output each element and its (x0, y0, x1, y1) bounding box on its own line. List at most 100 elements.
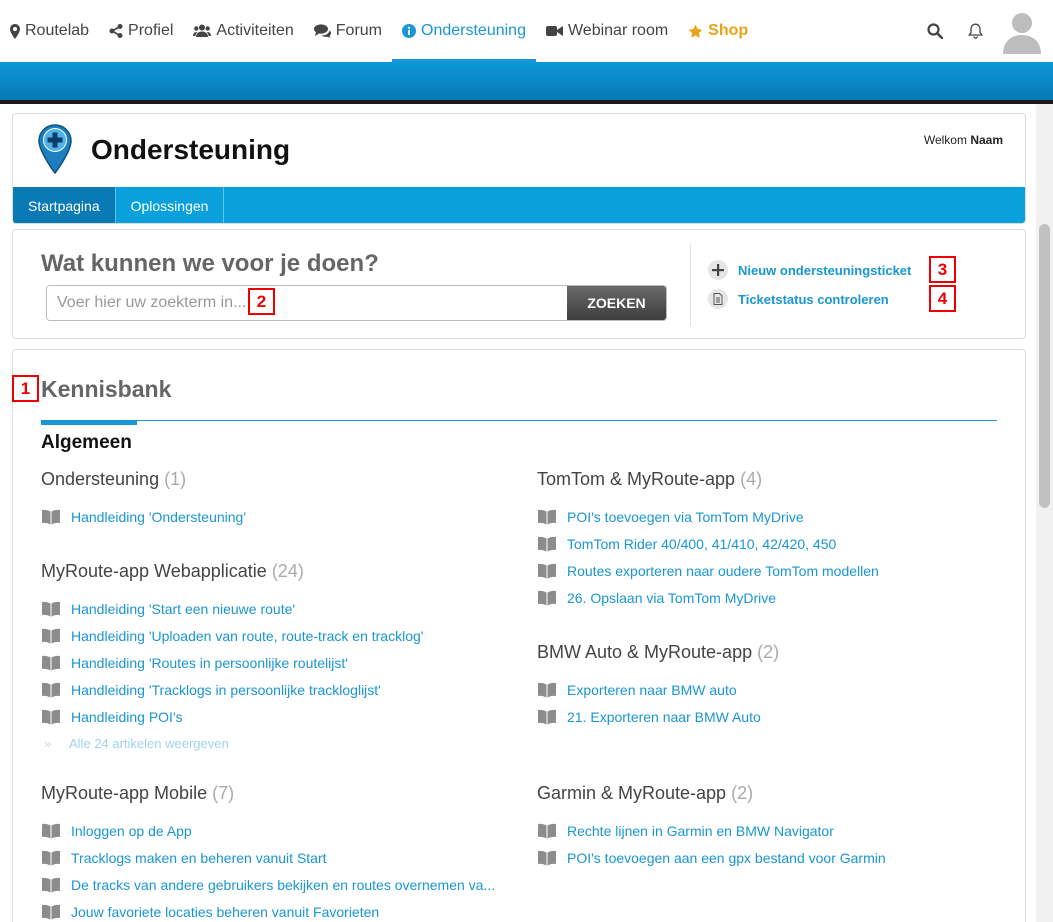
article-link[interactable]: Inloggen op de App (41, 817, 495, 844)
book-icon (537, 682, 557, 698)
nav-label: Webinar room (567, 22, 669, 39)
share-icon (109, 24, 123, 38)
nav-label: Forum (335, 22, 383, 39)
page-scrollbar[interactable] (1036, 104, 1053, 922)
nav-label: Shop (708, 22, 749, 39)
section-divider-accent (41, 420, 137, 425)
nav-label: Routelab (25, 22, 90, 39)
article-list: Handleiding 'Start een nieuwe route' Han… (41, 595, 423, 757)
welcome-user-name[interactable]: Naam (970, 133, 1003, 147)
section-divider (41, 420, 997, 421)
search-panel: Wat kunnen we voor je doen? ZOEKEN Nieuw… (12, 229, 1026, 339)
tab-oplossingen[interactable]: Oplossingen (116, 187, 225, 223)
plus-icon (708, 260, 728, 280)
article-list: POI's toevoegen via TomTom MyDrive TomTo… (537, 503, 879, 611)
page-title: Ondersteuning (91, 134, 291, 165)
article-link[interactable]: Rechte lijnen in Garmin en BMW Navigator (537, 817, 886, 844)
book-icon (41, 904, 61, 920)
folder-title[interactable]: MyRoute-app Webapplicatie (24) (41, 561, 423, 583)
article-link[interactable]: Exporteren naar BMW auto (537, 676, 779, 703)
star-icon (688, 24, 703, 39)
book-icon (537, 563, 557, 579)
annotation-marker-4: 4 (929, 285, 956, 312)
nav-label: Ondersteuning (421, 22, 526, 39)
folder-title[interactable]: MyRoute-app Mobile (7) (41, 783, 495, 805)
top-navigation: Routelab Profiel Activiteiten Forum Onde… (0, 0, 1053, 62)
folder-title[interactable]: BMW Auto & MyRoute-app (2) (537, 642, 779, 664)
scrollbar-thumb[interactable] (1039, 224, 1050, 508)
search-heading: Wat kunnen we voor je doen? (41, 250, 379, 277)
article-link[interactable]: 26. Opslaan via TomTom MyDrive (537, 584, 879, 611)
article-link[interactable]: POI's toevoegen aan een gpx bestand voor… (537, 844, 886, 871)
article-link[interactable]: De tracks van andere gebruikers bekijken… (41, 871, 495, 898)
bell-icon[interactable] (955, 23, 995, 39)
search-button[interactable]: ZOEKEN (567, 286, 666, 320)
article-link[interactable]: Handleiding 'Routes in persoonlijke rout… (41, 649, 423, 676)
article-link[interactable]: Tracklogs maken en beheren vanuit Start (41, 844, 495, 871)
users-icon (193, 24, 212, 38)
article-link[interactable]: 21. Exporteren naar BMW Auto (537, 703, 779, 730)
tab-startpagina[interactable]: Startpagina (13, 187, 116, 223)
nav-item-activiteiten[interactable]: Activiteiten (183, 0, 303, 62)
book-icon (537, 850, 557, 866)
nav-item-webinar-room[interactable]: Webinar room (536, 0, 678, 62)
book-icon (41, 877, 61, 893)
article-link[interactable]: Routes exporteren naar oudere TomTom mod… (537, 557, 879, 584)
map-marker-icon (10, 23, 20, 39)
article-link[interactable]: Handleiding 'Start een nieuwe route' (41, 595, 423, 622)
support-header-panel: Ondersteuning Welkom Naam Startpagina Op… (12, 113, 1026, 224)
avatar[interactable] (1003, 8, 1041, 54)
new-ticket-link[interactable]: Nieuw ondersteuningsticket (708, 260, 911, 280)
annotation-marker-2: 2 (248, 288, 275, 315)
search-icon[interactable] (915, 23, 955, 39)
annotation-marker-3: 3 (929, 256, 956, 283)
ticket-status-link[interactable]: Ticketstatus controleren (708, 289, 889, 309)
article-list: Exporteren naar BMW auto 21. Exporteren … (537, 676, 779, 730)
book-icon (537, 709, 557, 725)
folder-section: MyRoute-app Mobile (7) Inloggen op de Ap… (41, 783, 495, 922)
article-list: Rechte lijnen in Garmin en BMW Navigator… (537, 817, 886, 871)
book-icon (41, 850, 61, 866)
article-link[interactable]: Handleiding 'Ondersteuning' (41, 503, 246, 530)
book-icon (41, 709, 61, 725)
book-icon (537, 536, 557, 552)
folder-section: BMW Auto & MyRoute-app (2) Exporteren na… (537, 642, 779, 730)
article-list: Inloggen op de App Tracklogs maken en be… (41, 817, 495, 922)
article-link[interactable]: Handleiding 'Tracklogs in persoonlijke t… (41, 676, 423, 703)
nav-right-tools (915, 0, 1053, 62)
banner-divider (0, 100, 1053, 104)
book-icon (537, 509, 557, 525)
nav-item-profiel[interactable]: Profiel (99, 0, 183, 62)
ticket-status-label: Ticketstatus controleren (738, 291, 889, 307)
info-circle-icon (402, 24, 417, 38)
welcome-prefix: Welkom (923, 133, 967, 147)
folder-title[interactable]: TomTom & MyRoute-app (4) (537, 469, 879, 491)
welcome-text: Welkom Naam (924, 133, 1003, 147)
article-link[interactable]: POI's toevoegen via TomTom MyDrive (537, 503, 879, 530)
folder-title[interactable]: Garmin & MyRoute-app (2) (537, 783, 886, 805)
nav-label: Activiteiten (216, 22, 294, 39)
nav-label: Profiel (128, 22, 174, 39)
knowledge-base-panel: Kennisbank Algemeen Ondersteuning (1) Ha… (12, 349, 1026, 922)
nav-item-routelab[interactable]: Routelab (0, 0, 99, 62)
nav-item-shop[interactable]: Shop (678, 0, 758, 62)
search-input[interactable] (47, 286, 568, 320)
category-title: Algemeen (41, 432, 132, 453)
folder-title[interactable]: Ondersteuning (1) (41, 469, 246, 491)
comments-icon (313, 24, 331, 38)
book-icon (537, 590, 557, 606)
new-ticket-label: Nieuw ondersteuningsticket (738, 262, 912, 278)
blue-banner (0, 62, 1053, 102)
book-icon (41, 823, 61, 839)
book-icon (41, 655, 61, 671)
vertical-divider (690, 244, 691, 326)
article-link[interactable]: Jouw favoriete locaties beheren vanuit F… (41, 898, 495, 922)
article-link[interactable]: Handleiding POI's (41, 703, 423, 730)
article-link[interactable]: TomTom Rider 40/400, 41/410, 42/420, 450 (537, 530, 879, 557)
article-link[interactable]: Handleiding 'Uploaden van route, route-t… (41, 622, 423, 649)
view-all-articles-link[interactable]: » Alle 24 artikelen weergeven (41, 730, 423, 757)
brand-row: Ondersteuning Welkom Naam (13, 114, 1025, 187)
nav-item-forum[interactable]: Forum (304, 0, 392, 62)
video-camera-icon (545, 25, 563, 37)
nav-item-ondersteuning[interactable]: Ondersteuning (392, 0, 536, 62)
